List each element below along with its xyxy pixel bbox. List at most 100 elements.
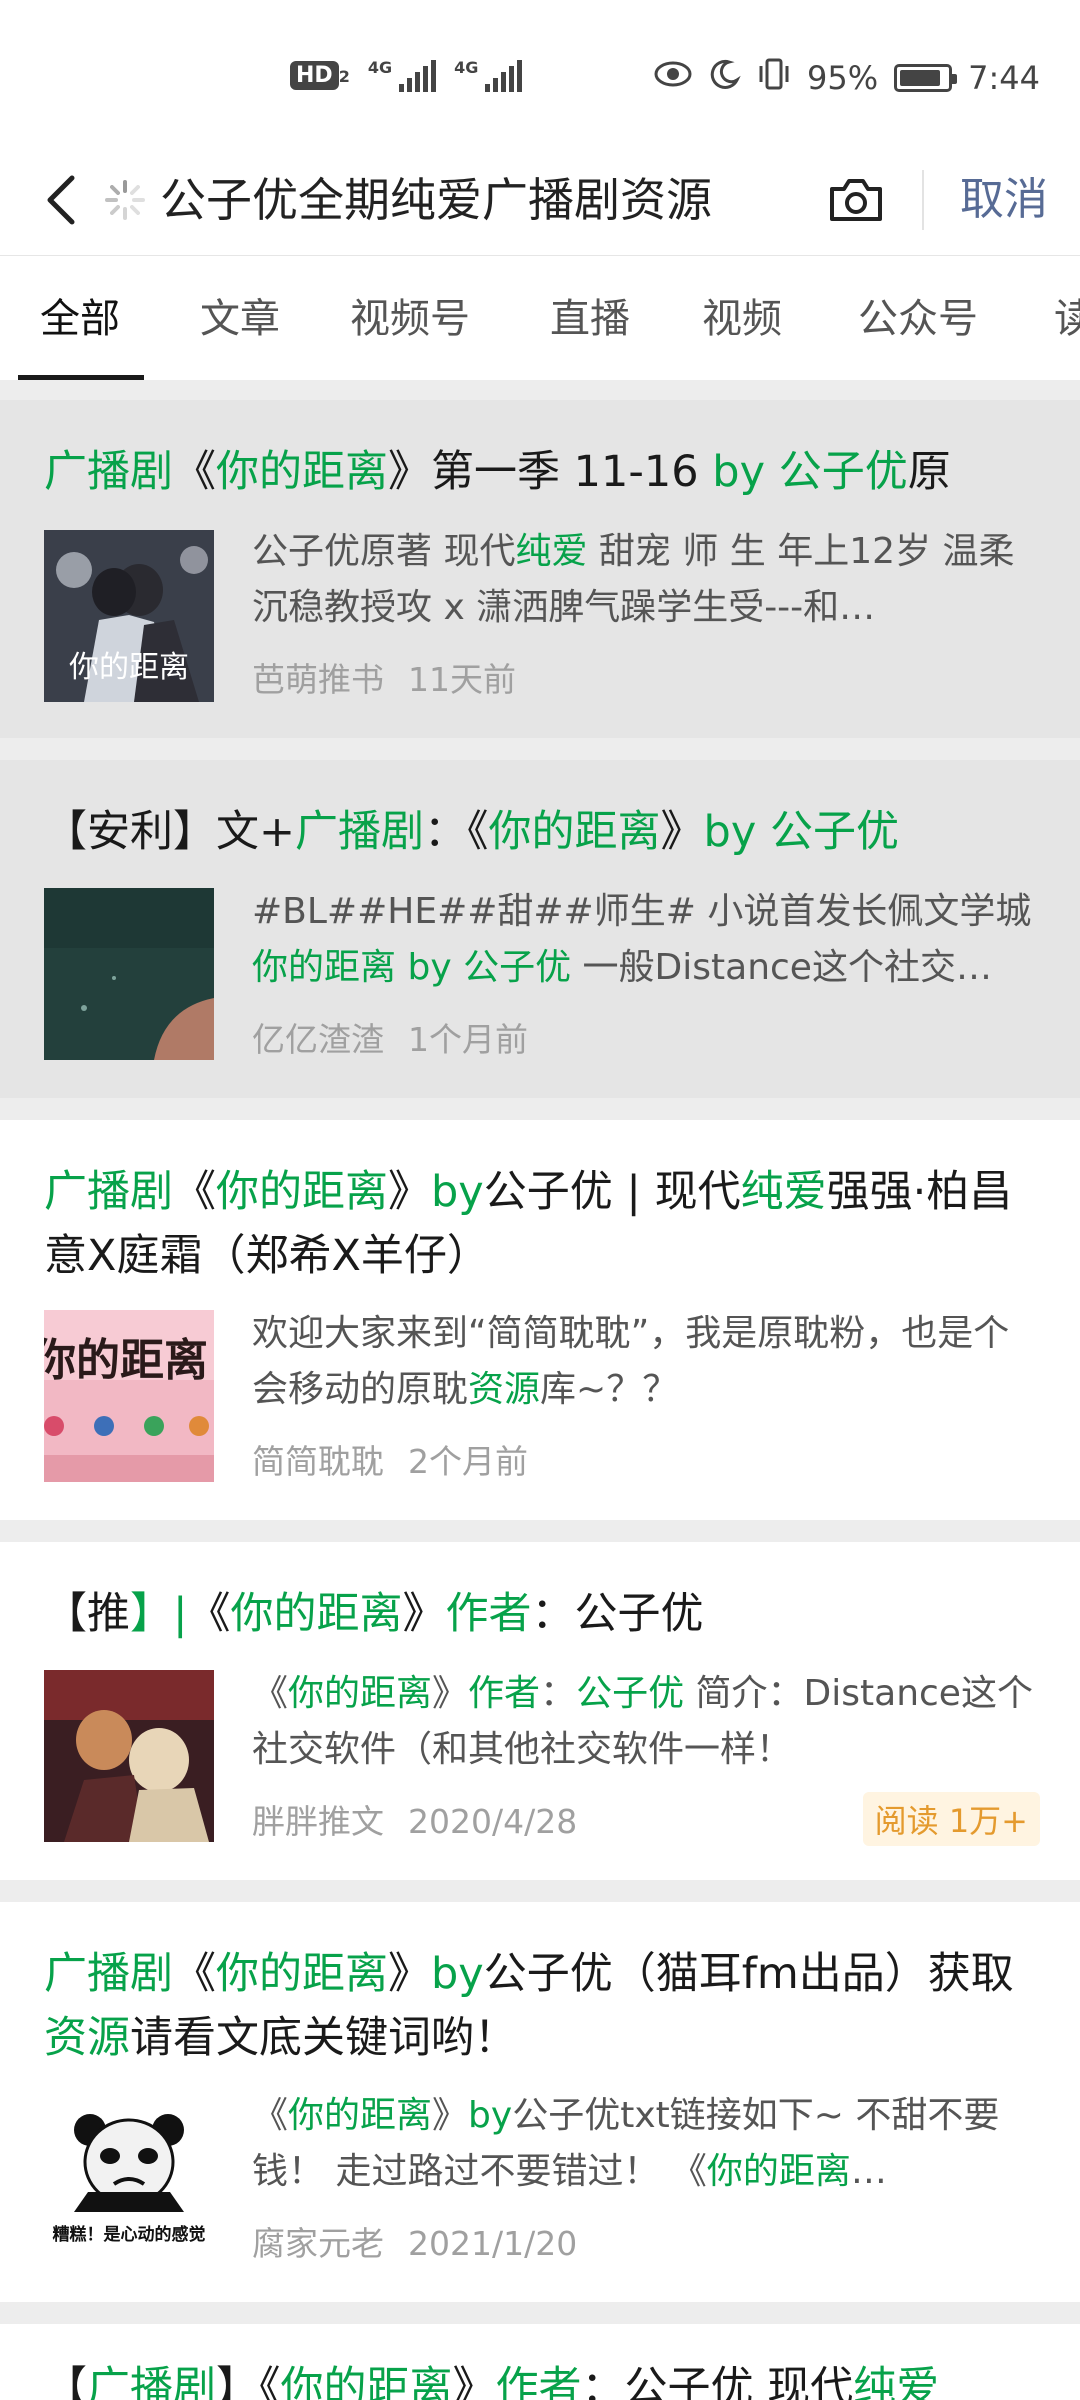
signal-strength-icon-2: 4G bbox=[454, 58, 523, 92]
result-thumbnail: 你的距离 bbox=[44, 530, 214, 702]
active-tab-indicator bbox=[18, 375, 144, 380]
keyword-highlight: by bbox=[431, 1167, 484, 1217]
result-time: 2个月前 bbox=[408, 1442, 528, 1481]
text-segment: 》 bbox=[388, 1949, 431, 1999]
keyword-highlight: 公子优 bbox=[769, 807, 899, 857]
keyword-highlight: 广播剧 bbox=[44, 447, 173, 497]
keyword-highlight: by bbox=[407, 947, 452, 988]
result-description: #BL##HE##甜##师生# 小说首发长佩文学城 你的距离 by 公子优 一般… bbox=[252, 884, 1042, 996]
keyword-highlight: 你的距离 bbox=[706, 2151, 851, 2192]
status-right: 95% 7:44 bbox=[653, 56, 1040, 100]
result-source[interactable]: 芭萌推书 bbox=[252, 660, 384, 699]
keyword-highlight: 你的距离 bbox=[216, 1167, 388, 1217]
result-description: 《你的距离》作者：公子优 简介：Distance这个社交软件（和其他社交软件一样… bbox=[252, 1666, 1042, 1778]
result-item[interactable]: 【安利】文+广播剧：《你的距离》by 公子优 #BL##HE##甜##师生# 小… bbox=[0, 760, 1080, 1098]
text-segment: 》 bbox=[660, 807, 704, 857]
result-time: 1个月前 bbox=[408, 1020, 528, 1059]
text-segment: #BL##HE##甜##师生# 小说首发长佩文学城 bbox=[252, 891, 1032, 932]
text-segment: 》 bbox=[432, 2095, 469, 2136]
keyword-highlight: 你的距离 bbox=[216, 447, 388, 497]
result-item[interactable]: 【广播剧】《你的距离》作者：公子优 现代纯爱 bbox=[0, 2324, 1080, 2400]
keyword-highlight: 公子优 bbox=[778, 447, 908, 497]
tab-channels[interactable]: 视频号 bbox=[350, 286, 470, 344]
text-segment: 《 bbox=[173, 1167, 216, 1217]
result-item[interactable]: 【推】|《你的距离》作者：公子优 《你的距离》作者：公子优 简介：Distanc… bbox=[0, 1542, 1080, 1880]
text-segment: 》 bbox=[402, 1589, 446, 1639]
text-segment: 公子优 | 现代 bbox=[483, 1167, 741, 1217]
loading-spinner-icon bbox=[100, 170, 150, 230]
result-meta: 腐家元老 2021/1/20 bbox=[252, 2217, 577, 2265]
text-segment bbox=[452, 947, 463, 988]
result-title: 【广播剧】《你的距离》作者：公子优 现代纯爱 bbox=[44, 2356, 1044, 2400]
do-not-disturb-icon bbox=[709, 58, 741, 98]
text-segment: 《 bbox=[252, 1673, 289, 1714]
result-item[interactable]: 广播剧《你的距离》by公子优（猫耳fm出品）获取资源请看文底关键词哟！ 糟糕！是… bbox=[0, 1902, 1080, 2302]
keyword-highlight: by bbox=[712, 447, 766, 497]
tab-official-accounts[interactable]: 公众号 bbox=[858, 286, 978, 344]
keyword-highlight: 】| bbox=[130, 1589, 188, 1639]
result-source[interactable]: 腐家元老 bbox=[252, 2224, 384, 2263]
result-title: 【安利】文+广播剧：《你的距离》by 公子优 bbox=[44, 800, 1044, 864]
keyword-highlight: 纯爱 bbox=[853, 2363, 940, 2400]
result-source[interactable]: 亿亿渣渣 bbox=[252, 1020, 384, 1059]
keyword-highlight: by bbox=[468, 2095, 513, 2136]
result-time: 2020/4/28 bbox=[408, 1802, 578, 1841]
vibrate-icon bbox=[757, 56, 791, 100]
keyword-highlight: 广播剧 bbox=[44, 1949, 173, 1999]
result-item[interactable]: 广播剧《你的距离》by公子优 | 现代纯爱强强·柏昌意X庭霜（郑希X羊仔） 你的… bbox=[0, 1120, 1080, 1520]
keyword-highlight: 作者 bbox=[495, 2363, 582, 2400]
text-segment: ： bbox=[540, 1673, 577, 1714]
result-source[interactable]: 简简耽耽 bbox=[252, 1442, 384, 1481]
back-arrow-icon[interactable] bbox=[32, 164, 92, 236]
keyword-highlight: 资源 bbox=[44, 2013, 130, 2063]
text-segment: ：公子优 bbox=[531, 1589, 704, 1639]
tab-live[interactable]: 直播 bbox=[550, 286, 630, 344]
text-segment: 《 bbox=[173, 1949, 216, 1999]
text-segment bbox=[765, 447, 779, 497]
keyword-highlight: 你的距离 bbox=[230, 1589, 403, 1639]
keyword-highlight: 纯爱 bbox=[740, 1167, 827, 1217]
text-segment: 》 bbox=[388, 1167, 431, 1217]
text-segment: 原 bbox=[907, 447, 951, 497]
text-segment bbox=[396, 947, 407, 988]
text-segment: 》第一季 11-16 bbox=[388, 447, 713, 497]
text-segment: 【推 bbox=[44, 1589, 130, 1639]
result-meta: 芭萌推书 11天前 bbox=[252, 653, 516, 701]
result-thumbnail: 你的距离 bbox=[44, 1310, 214, 1482]
tab-articles[interactable]: 文章 bbox=[200, 286, 280, 344]
result-description: 《你的距离》by公子优txt链接如下~ 不甜不要钱！ 走过路过不要错过！ 《你的… bbox=[252, 2088, 1042, 2200]
text-segment: 公子优原著 现代 bbox=[252, 531, 516, 572]
search-bar: 公子优全期纯爱广播剧资源 取消 bbox=[0, 150, 1080, 255]
text-segment: 库~？？ bbox=[540, 1369, 679, 1410]
thumbnail-caption: 糟糕！是心动的感觉 bbox=[52, 2225, 206, 2245]
tab-video[interactable]: 视频 bbox=[702, 286, 782, 344]
tab-more[interactable]: 读 bbox=[1054, 286, 1080, 344]
keyword-highlight: 作者 bbox=[445, 1589, 532, 1639]
filter-tabs: 全部 文章 视频号 直播 视频 公众号 读 bbox=[0, 255, 1080, 380]
keyword-highlight: 你的距离 bbox=[488, 807, 661, 857]
result-item[interactable]: 广播剧《你的距离》第一季 11-16 by 公子优原 你的距离 公子优原著 现代… bbox=[0, 400, 1080, 738]
text-segment: 一般Distance这个社交… bbox=[571, 947, 992, 988]
text-segment: 《 bbox=[187, 1589, 231, 1639]
thumbnail-caption: 你的距离 bbox=[44, 1335, 208, 1386]
text-segment: 》 bbox=[452, 2363, 496, 2400]
keyword-highlight: 公子优 bbox=[463, 947, 572, 988]
keyword-highlight: 广播剧 bbox=[295, 807, 425, 857]
cancel-button[interactable]: 取消 bbox=[960, 168, 1048, 232]
text-segment: ：《 bbox=[424, 807, 489, 857]
text-segment bbox=[756, 807, 770, 857]
text-segment: 请看文底关键词哟！ bbox=[130, 2013, 517, 2063]
keyword-highlight: 公子优 bbox=[576, 1673, 685, 1714]
battery-icon bbox=[894, 64, 958, 92]
keyword-highlight: 你的距离 bbox=[288, 1673, 433, 1714]
result-source[interactable]: 胖胖推文 bbox=[252, 1802, 384, 1841]
status-left: HD 2 4G 4G bbox=[290, 58, 523, 92]
tab-all[interactable]: 全部 bbox=[40, 286, 120, 344]
eye-comfort-icon bbox=[653, 59, 693, 97]
result-title: 广播剧《你的距离》第一季 11-16 by 公子优原 bbox=[44, 440, 1044, 504]
keyword-highlight: 广播剧 bbox=[87, 2363, 216, 2400]
search-input[interactable]: 公子优全期纯爱广播剧资源 bbox=[160, 168, 720, 232]
clock: 7:44 bbox=[968, 59, 1040, 97]
text-segment: 《 bbox=[252, 2095, 289, 2136]
camera-icon[interactable] bbox=[820, 160, 892, 240]
